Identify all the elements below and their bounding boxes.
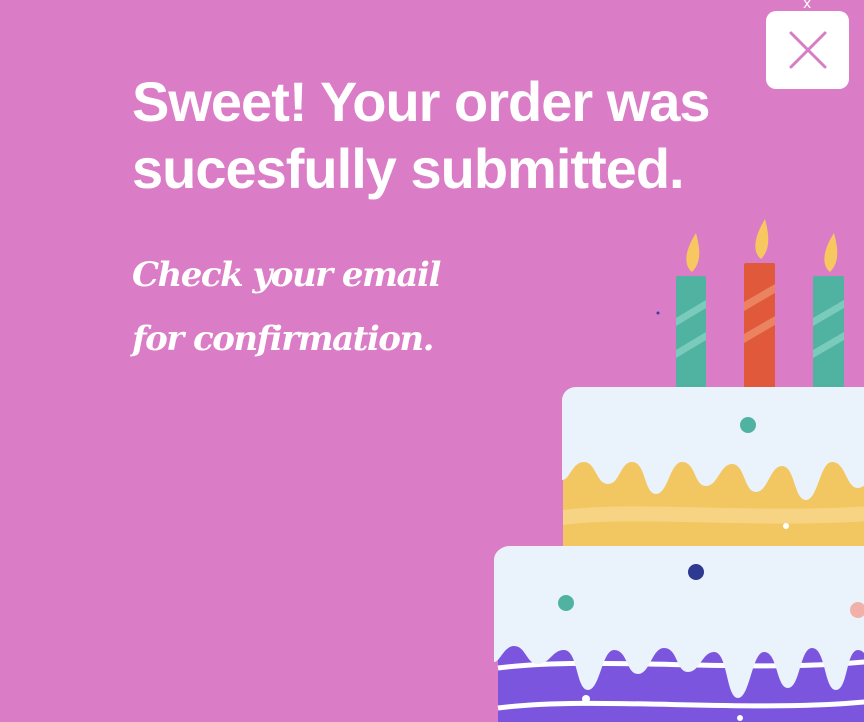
birthday-cake-icon	[494, 219, 864, 722]
confirmation-headline: Sweet! Your order was sucesfully submitt…	[132, 70, 711, 200]
close-icon	[788, 30, 828, 70]
order-confirmation-modal: x Sweet! Your order was sucesfully submi…	[0, 0, 864, 722]
close-button[interactable]	[766, 11, 849, 89]
confirmation-subline: Check your email for confirmation.	[132, 255, 441, 359]
corner-mark: x	[803, 0, 812, 12]
